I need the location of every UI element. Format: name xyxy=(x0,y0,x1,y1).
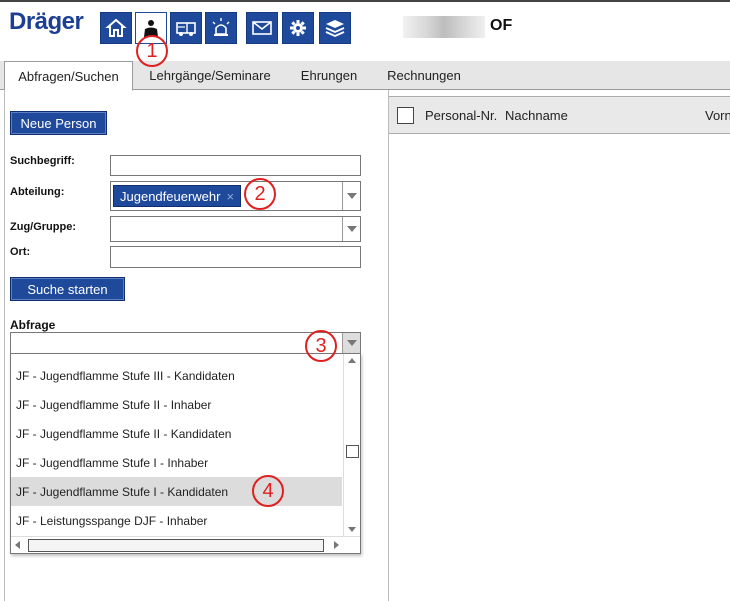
annotation-marker-4: 4 xyxy=(252,475,284,507)
column-header-nachname[interactable]: Nachname xyxy=(505,108,568,123)
annotation-marker-3: 3 xyxy=(305,330,337,362)
tab-abfragen-suchen[interactable]: Abfragen/Suchen xyxy=(4,61,133,91)
place-label: Ort: xyxy=(10,246,31,258)
column-header-personal-nr[interactable]: Personal-Nr. xyxy=(425,108,497,123)
vertical-scrollbar[interactable] xyxy=(343,354,360,537)
mail-icon xyxy=(252,21,272,35)
horizontal-scroll-thumb[interactable] xyxy=(28,539,324,552)
list-item[interactable]: JF - Jugendflamme Stufe I - Inhaber xyxy=(11,448,342,477)
nav-vehicle-button[interactable] xyxy=(170,12,202,44)
scroll-right-icon[interactable] xyxy=(334,541,339,549)
department-label: Abteilung: xyxy=(10,186,65,198)
home-icon xyxy=(105,18,127,37)
new-person-button[interactable]: Neue Person xyxy=(10,111,107,135)
redacted-org-name xyxy=(403,16,485,38)
query-options-list[interactable]: JF - Jugendflamme Stufe III - Kandidaten… xyxy=(10,353,361,554)
scroll-left-icon[interactable] xyxy=(15,541,20,549)
nav-mail-button[interactable] xyxy=(246,12,278,44)
chevron-down-icon xyxy=(346,193,357,199)
chevron-down-icon xyxy=(346,226,357,232)
department-tag-label: Jugendfeuerwehr xyxy=(120,188,221,204)
brand-logo: Dräger xyxy=(9,8,84,35)
list-item[interactable]: JF - Leistungsspange DJF - Inhaber xyxy=(11,506,342,535)
list-item-highlighted[interactable]: JF - Jugendflamme Stufe I - Kandidaten xyxy=(11,477,342,506)
place-input[interactable] xyxy=(110,246,361,268)
annotation-marker-2: 2 xyxy=(244,178,276,210)
select-all-checkbox[interactable] xyxy=(397,107,414,124)
vehicle-icon xyxy=(176,22,196,36)
group-label: Zug/Gruppe: xyxy=(10,221,76,233)
tab-rechnungen[interactable]: Rechnungen xyxy=(376,61,472,90)
close-icon[interactable]: × xyxy=(226,189,234,204)
list-item[interactable]: JF - Jugendflamme Stufe III - Kandidaten xyxy=(11,361,342,390)
alarm-light-icon xyxy=(212,18,230,36)
department-tag: Jugendfeuerwehr × xyxy=(113,185,242,207)
tab-lehrgaenge-seminare[interactable]: Lehrgänge/Seminare xyxy=(138,61,282,90)
horizontal-scrollbar[interactable] xyxy=(11,536,360,553)
start-search-button[interactable]: Suche starten xyxy=(10,277,125,301)
organization-name: OF xyxy=(490,17,513,34)
query-dropdown-toggle[interactable] xyxy=(342,333,360,353)
annotation-marker-1: 1 xyxy=(136,35,168,67)
top-border xyxy=(0,0,730,2)
nav-alarm-button[interactable] xyxy=(205,12,237,44)
layers-icon xyxy=(325,20,345,37)
tab-ehrungen[interactable]: Ehrungen xyxy=(288,61,370,90)
scroll-up-icon[interactable] xyxy=(348,358,356,363)
gear-icon xyxy=(290,20,306,36)
query-label: Abfrage xyxy=(10,318,56,332)
nav-home-button[interactable] xyxy=(100,12,132,44)
list-item[interactable]: JF - Jugendflamme Stufe II - Inhaber xyxy=(11,390,342,419)
scroll-down-icon[interactable] xyxy=(348,527,356,532)
results-grid-header: Personal-Nr. Nachname Vorn xyxy=(389,96,730,134)
nav-layers-button[interactable] xyxy=(319,12,351,44)
search-term-label: Suchbegriff: xyxy=(10,155,75,167)
vertical-scroll-thumb[interactable] xyxy=(346,445,359,458)
search-term-input[interactable] xyxy=(110,155,361,176)
list-item[interactable]: JF - Jugendflamme Stufe II - Kandidaten xyxy=(11,419,342,448)
chevron-down-icon xyxy=(346,340,357,346)
group-select[interactable] xyxy=(110,216,361,242)
group-dropdown-toggle[interactable] xyxy=(342,217,360,241)
nav-settings-button[interactable] xyxy=(282,12,314,44)
column-header-vorname[interactable]: Vorn xyxy=(705,108,730,123)
department-dropdown-toggle[interactable] xyxy=(342,182,360,210)
